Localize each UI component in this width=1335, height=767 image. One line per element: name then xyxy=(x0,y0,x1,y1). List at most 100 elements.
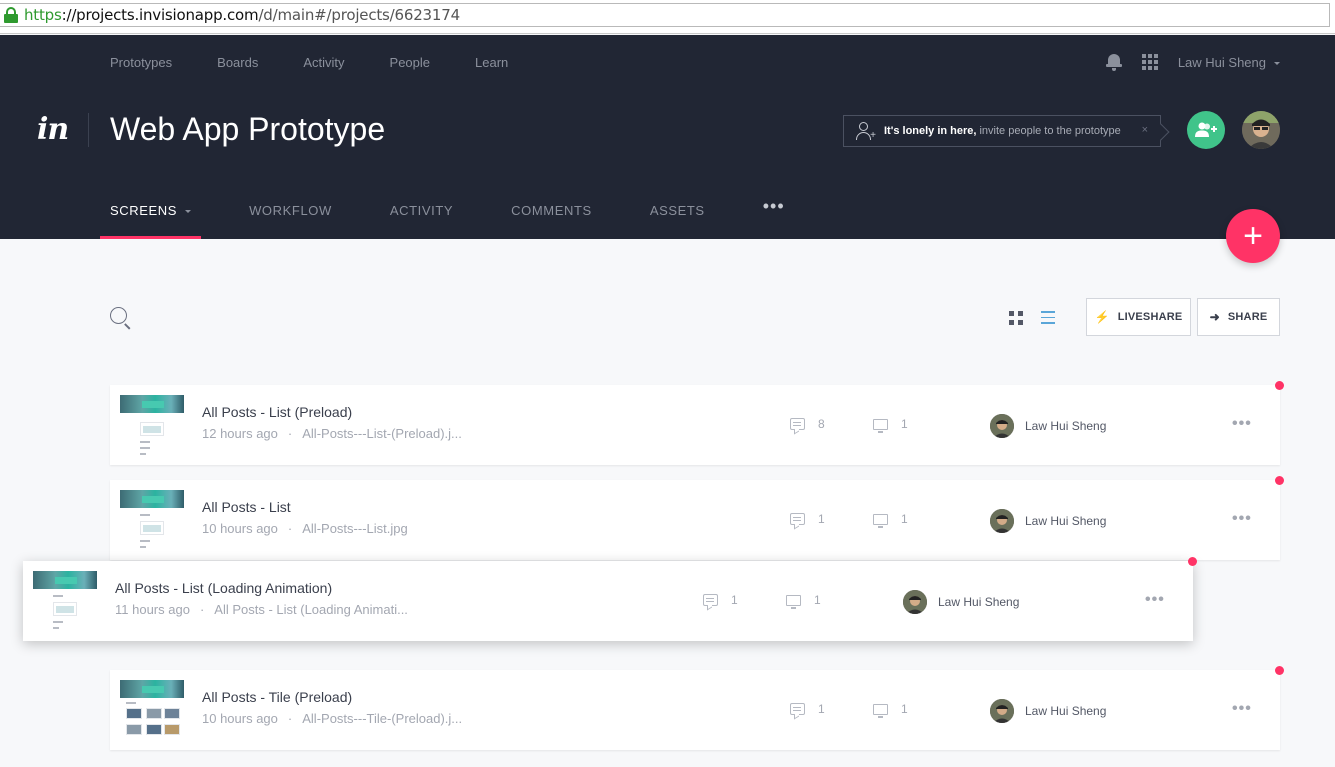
screen-thumbnail[interactable] xyxy=(120,680,184,740)
url-scheme: https xyxy=(24,6,62,24)
screen-meta: 10 hours ago · All-Posts---Tile-(Preload).… xyxy=(202,711,463,726)
comment-icon xyxy=(790,418,805,430)
comment-count[interactable]: 1 xyxy=(790,512,825,526)
device-count-value: 1 xyxy=(901,702,908,716)
chevron-down-icon xyxy=(185,210,192,214)
tab-workflow[interactable]: WORKFLOW xyxy=(239,190,342,239)
comment-count-value: 1 xyxy=(818,512,825,526)
comment-count[interactable]: 1 xyxy=(790,702,825,716)
tab-label: COMMENTS xyxy=(511,203,592,218)
invision-logo[interactable]: in xyxy=(37,112,69,147)
divider xyxy=(88,113,89,147)
nav-learn[interactable]: Learn xyxy=(475,55,508,70)
avatar[interactable] xyxy=(1242,111,1280,149)
nav-activity[interactable]: Activity xyxy=(303,55,344,70)
invite-banner[interactable]: + It's lonely in here, invite people to t… xyxy=(843,115,1170,147)
screen-filename: All Posts - List (Loading Animati... xyxy=(214,602,408,617)
comment-count[interactable]: 8 xyxy=(790,417,825,431)
screen-owner: Law Hui Sheng xyxy=(990,414,1106,438)
banner-pointer xyxy=(1152,123,1170,141)
project-header: Prototypes Boards Activity People Learn … xyxy=(0,35,1335,239)
add-people-button[interactable] xyxy=(1187,111,1225,149)
list-view-icon[interactable] xyxy=(1041,311,1055,324)
nav-prototypes[interactable]: Prototypes xyxy=(110,55,172,70)
apps-grid-icon[interactable] xyxy=(1141,54,1158,70)
project-tabs: SCREENS WORKFLOW ACTIVITY COMMENTS ASSET… xyxy=(100,190,833,239)
top-right-controls: Law Hui Sheng xyxy=(1105,53,1280,71)
top-nav: Prototypes Boards Activity People Learn xyxy=(110,55,553,70)
browser-url-bar: https://projects.invisionapp.com/d/main#… xyxy=(0,0,1335,34)
avatar xyxy=(990,699,1014,723)
comment-count-value: 1 xyxy=(731,593,738,607)
monitor-icon xyxy=(873,418,888,433)
more-options-icon[interactable]: ••• xyxy=(1232,700,1252,718)
table-row-dragging[interactable]: All Posts - List (Loading Animation) 11 … xyxy=(23,557,1197,641)
screen-title[interactable]: All Posts - Tile (Preload) xyxy=(202,689,352,705)
close-icon[interactable]: × xyxy=(1142,124,1148,136)
screen-meta: 12 hours ago · All-Posts---List-(Preload).… xyxy=(202,426,462,441)
comment-count[interactable]: 1 xyxy=(703,593,738,607)
table-row[interactable]: All Posts - List 10 hours ago · All-Posts-… xyxy=(110,476,1284,560)
tab-label: ACTIVITY xyxy=(389,203,454,218)
device-count: 1 xyxy=(873,512,908,528)
screen-thumbnail[interactable] xyxy=(120,395,184,455)
owner-name: Law Hui Sheng xyxy=(1025,704,1107,718)
nav-people[interactable]: People xyxy=(390,55,430,70)
screen-title[interactable]: All Posts - List xyxy=(202,499,291,515)
page-title: Web App Prototype xyxy=(110,111,386,147)
unread-indicator xyxy=(1275,666,1284,675)
invite-bold-text: It's lonely in here, xyxy=(884,125,977,137)
tab-screens[interactable]: SCREENS xyxy=(100,190,202,239)
screen-time: 11 hours ago xyxy=(115,602,190,617)
url-text[interactable]: https://projects.invisionapp.com/d/main#… xyxy=(24,6,460,24)
address-field[interactable]: https://projects.invisionapp.com/d/main#… xyxy=(0,3,1330,27)
screen-thumbnail[interactable] xyxy=(33,571,97,631)
monitor-icon xyxy=(873,513,888,528)
avatar xyxy=(990,509,1014,533)
tab-comments[interactable]: COMMENTS xyxy=(501,190,602,239)
share-label: SHARE xyxy=(1227,311,1268,323)
monitor-icon xyxy=(873,703,888,718)
more-options-icon[interactable]: ••• xyxy=(1232,510,1252,528)
nav-boards[interactable]: Boards xyxy=(217,55,258,70)
avatar xyxy=(903,590,927,614)
device-count: 1 xyxy=(873,702,908,718)
lock-icon xyxy=(4,7,18,23)
unread-indicator xyxy=(1188,557,1197,566)
screen-meta: 10 hours ago · All-Posts---List.jpg xyxy=(202,521,408,536)
tab-assets[interactable]: ASSETS xyxy=(640,190,715,239)
monitor-icon xyxy=(786,594,801,609)
liveshare-button[interactable]: ⚡ LIVESHARE xyxy=(1086,298,1191,336)
device-count-value: 1 xyxy=(814,593,821,607)
screen-title[interactable]: All Posts - List (Preload) xyxy=(202,404,352,420)
grid-view-icon[interactable] xyxy=(1009,311,1023,325)
device-count-value: 1 xyxy=(901,512,908,526)
screen-time: 10 hours ago xyxy=(202,521,278,536)
owner-name: Law Hui Sheng xyxy=(1025,419,1107,433)
bell-icon[interactable] xyxy=(1105,53,1122,71)
owner-name: Law Hui Sheng xyxy=(938,595,1020,609)
tab-activity[interactable]: ACTIVITY xyxy=(380,190,463,239)
avatar xyxy=(990,414,1014,438)
user-menu[interactable]: Law Hui Sheng xyxy=(1178,55,1280,70)
screen-title[interactable]: All Posts - List (Loading Animation) xyxy=(115,580,332,596)
screen-thumbnail[interactable] xyxy=(120,490,184,550)
screen-filename: All-Posts---Tile-(Preload).j... xyxy=(302,711,463,726)
add-people-icon xyxy=(1195,122,1217,137)
comment-icon xyxy=(703,594,718,606)
table-row[interactable]: All Posts - Tile (Preload) 10 hours ago ·… xyxy=(110,666,1284,750)
screen-time: 10 hours ago xyxy=(202,711,278,726)
add-screen-button[interactable]: + xyxy=(1226,209,1280,263)
more-options-icon[interactable]: ••• xyxy=(1232,415,1252,433)
table-row[interactable]: All Posts - List (Preload) 12 hours ago ·… xyxy=(110,381,1284,465)
tab-label: ASSETS xyxy=(649,203,705,218)
screen-meta: 11 hours ago · All Posts - List (Loading A… xyxy=(115,602,408,617)
lightning-icon: ⚡ xyxy=(1094,310,1110,324)
avatar-photo xyxy=(1242,111,1280,149)
share-button[interactable]: ➜ SHARE xyxy=(1197,298,1280,336)
unread-indicator xyxy=(1275,381,1284,390)
search-icon[interactable] xyxy=(110,307,132,330)
device-count: 1 xyxy=(786,593,821,609)
more-options-icon[interactable]: ••• xyxy=(1145,591,1165,609)
tab-more[interactable]: ••• xyxy=(753,190,795,239)
